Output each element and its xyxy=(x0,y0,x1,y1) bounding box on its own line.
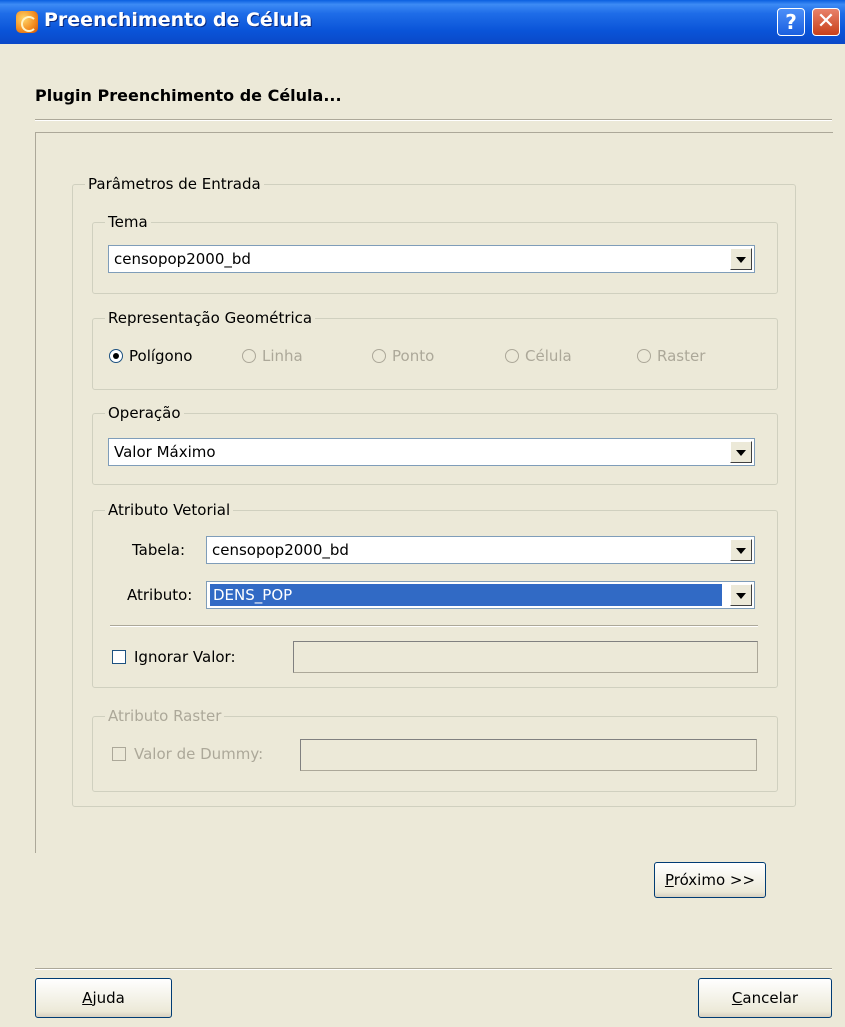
next-accel: P xyxy=(664,871,674,889)
radio-poligono[interactable]: Polígono xyxy=(109,346,192,366)
tema-legend: Tema xyxy=(105,213,151,231)
radio-dot xyxy=(242,349,256,363)
ignorar-input[interactable] xyxy=(293,641,758,673)
operacao-value: Valor Máximo xyxy=(114,443,216,461)
close-icon: ✕ xyxy=(816,9,836,34)
tema-value: censopop2000_bd xyxy=(114,250,251,268)
chevron-down-icon[interactable] xyxy=(730,539,752,561)
radio-raster[interactable]: Raster xyxy=(637,346,705,366)
checkbox-box xyxy=(112,650,126,664)
radio-dot xyxy=(637,349,651,363)
tabela-label: Tabela: xyxy=(132,541,186,559)
vetorial-legend: Atributo Vetorial xyxy=(105,501,234,519)
footer-separator xyxy=(35,968,832,970)
ignorar-label: Ignorar Valor: xyxy=(134,648,236,666)
raster-legend: Atributo Raster xyxy=(105,707,225,725)
next-button[interactable]: Próximo >> xyxy=(654,862,766,898)
title-bar[interactable]: Preenchimento de Célula ? ✕ xyxy=(0,0,845,44)
entrada-legend: Parâmetros de Entrada xyxy=(85,175,264,193)
next-label: róximo >> xyxy=(673,871,756,889)
radio-dot xyxy=(372,349,386,363)
close-button[interactable]: ✕ xyxy=(812,8,840,36)
vetorial-separator xyxy=(110,625,758,627)
chevron-down-icon[interactable] xyxy=(730,248,752,270)
operacao-legend: Operação xyxy=(105,404,184,422)
ajuda-label: juda xyxy=(92,989,125,1007)
help-dialog-button[interactable]: Ajuda xyxy=(35,978,172,1018)
page-title: Plugin Preenchimento de Célula... xyxy=(35,86,342,105)
wizard-header: Plugin Preenchimento de Célula... xyxy=(0,44,845,120)
atributo-value: DENS_POP xyxy=(209,583,723,607)
checkbox-box xyxy=(112,747,126,761)
ignorar-checkbox[interactable]: Ignorar Valor: xyxy=(112,648,236,666)
tabela-value: censopop2000_bd xyxy=(212,541,349,559)
radio-label: Polígono xyxy=(129,347,193,365)
radio-label: Ponto xyxy=(392,347,435,365)
radio-label: Linha xyxy=(262,347,303,365)
window-title: Preenchimento de Célula xyxy=(44,9,313,31)
dummy-checkbox[interactable]: Valor de Dummy: xyxy=(112,745,263,763)
help-button[interactable]: ? xyxy=(777,8,805,36)
chevron-down-icon[interactable] xyxy=(730,584,752,606)
cancel-button[interactable]: Cancelar xyxy=(698,978,832,1018)
radio-dot xyxy=(505,349,519,363)
radio-label: Célula xyxy=(525,347,572,365)
chevron-down-icon[interactable] xyxy=(730,441,752,463)
app-icon xyxy=(16,11,38,33)
dummy-label: Valor de Dummy: xyxy=(134,745,264,763)
header-separator xyxy=(35,119,832,121)
radio-linha[interactable]: Linha xyxy=(242,346,303,366)
dummy-input[interactable] xyxy=(300,739,757,771)
radio-label: Raster xyxy=(657,347,706,365)
cancel-label: ancelar xyxy=(742,989,799,1007)
radio-dot xyxy=(109,349,123,363)
ajuda-accel: A xyxy=(82,989,93,1007)
operacao-select[interactable]: Valor Máximo xyxy=(108,438,755,466)
representacao-legend: Representação Geométrica xyxy=(105,309,316,327)
help-icon: ? xyxy=(785,10,797,34)
radio-celula[interactable]: Célula xyxy=(505,346,572,366)
tabela-select[interactable]: censopop2000_bd xyxy=(206,536,755,564)
atributo-select[interactable]: DENS_POP xyxy=(206,581,755,609)
tema-select[interactable]: censopop2000_bd xyxy=(108,245,755,273)
atributo-label: Atributo: xyxy=(127,586,193,604)
radio-ponto[interactable]: Ponto xyxy=(372,346,434,366)
cancel-accel: C xyxy=(731,989,743,1007)
